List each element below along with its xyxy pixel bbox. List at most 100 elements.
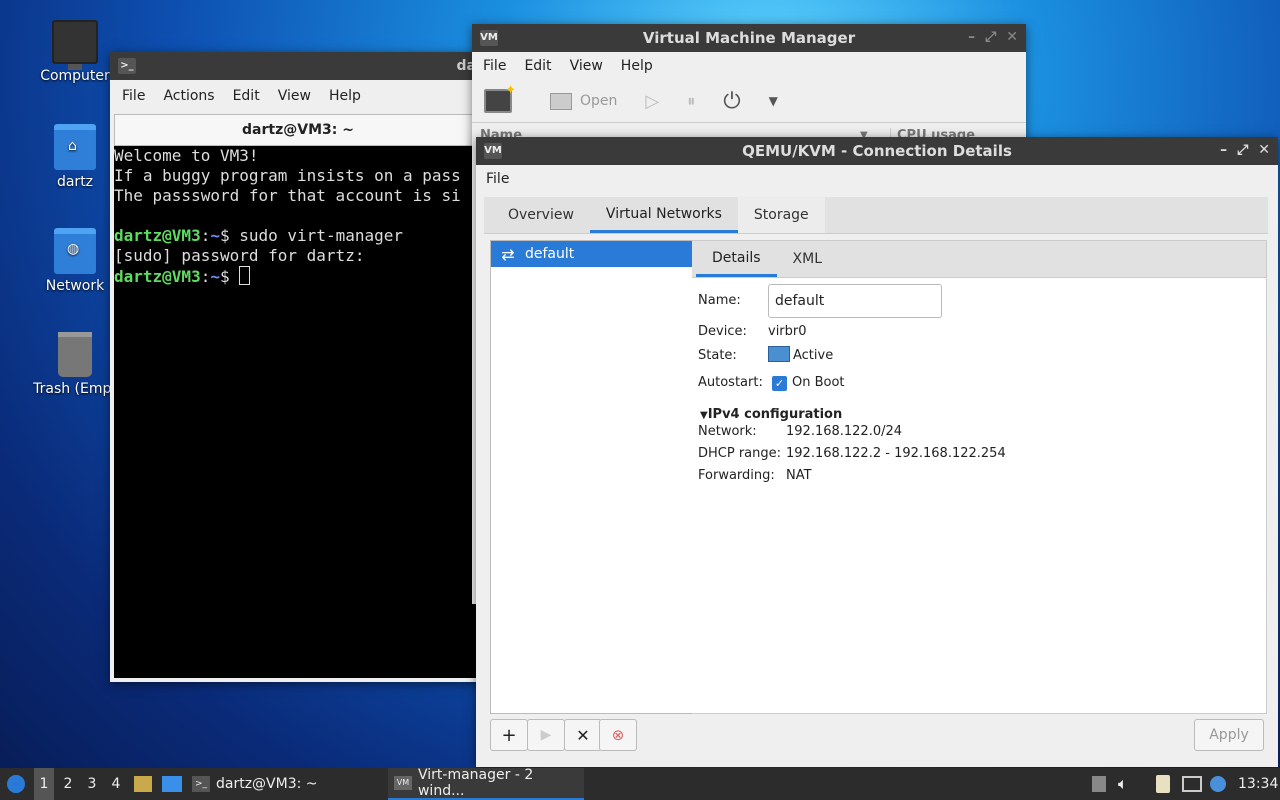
desktop-icon (162, 776, 182, 792)
ipv4-expander[interactable]: ▼IPv4 configuration (700, 407, 842, 422)
new-star-icon: ✦ (505, 83, 516, 98)
notification-icon[interactable] (1210, 768, 1226, 800)
autostart-checkbox[interactable]: ✓ (772, 376, 787, 391)
apply-label: Apply (1209, 727, 1249, 743)
file-manager-launcher[interactable] (134, 768, 152, 800)
clock-label: 13:34 (1238, 776, 1279, 792)
workspace-label: 2 (63, 776, 73, 792)
trash-icon (58, 332, 92, 377)
app-menu-icon (7, 775, 25, 793)
stop-network-button[interactable]: ✕ (564, 719, 602, 751)
terminal-icon: >_ (118, 58, 136, 74)
terminal-line: dartz@VM3:~$ sudo virt-manager (114, 226, 404, 245)
workspace-4[interactable]: 4 (106, 768, 126, 800)
desktop-icon-home[interactable]: ⌂ dartz (27, 124, 123, 190)
connection-title: QEMU/KVM - Connection Details (742, 142, 1012, 160)
connection-titlebar[interactable]: VM QEMU/KVM - Connection Details – ⤢ ✕ (476, 137, 1278, 165)
minimize-icon[interactable]: – (968, 29, 975, 45)
new-vm-button[interactable]: ✦ (484, 83, 516, 113)
show-desktop-launcher[interactable] (162, 768, 182, 800)
desktop-icon-label: Computer (40, 68, 110, 84)
forwarding-value: NAT (786, 468, 812, 483)
menu-edit[interactable]: Edit (515, 58, 560, 74)
desktop-icon-label: dartz (56, 174, 94, 190)
menu-edit[interactable]: Edit (224, 88, 269, 104)
workspace-2[interactable]: 2 (58, 768, 78, 800)
close-icon[interactable]: ✕ (1006, 29, 1018, 45)
menu-help[interactable]: Help (320, 88, 370, 104)
tab-storage[interactable]: Storage (737, 197, 825, 233)
network-list-item-default[interactable]: ⇄ default (491, 241, 692, 267)
open-label: Open (580, 93, 618, 109)
tray-updates-icon[interactable] (1092, 768, 1106, 800)
desktop-icon-trash[interactable]: Trash (Empt (27, 332, 123, 397)
start-network-button[interactable]: ▶ (527, 719, 565, 751)
state-value: Active (793, 348, 834, 363)
pause-button[interactable]: ⏸ (677, 91, 705, 111)
task-terminal[interactable]: >_ dartz@VM3: ~ (192, 768, 318, 800)
menu-actions[interactable]: Actions (154, 88, 223, 104)
network-list[interactable]: ⇄ default (490, 240, 693, 714)
network-arrows-icon: ⇄ (501, 244, 515, 264)
forwarding-label: Forwarding: (698, 468, 775, 483)
terminal-output[interactable]: Welcome to VM3! If a buggy program insist… (114, 146, 482, 678)
clock[interactable]: 13:34 (1238, 768, 1278, 800)
vmm-icon: VM (394, 776, 412, 790)
delete-network-button[interactable]: ⊗ (599, 719, 637, 751)
desktop-icon-computer[interactable]: Computer (27, 20, 123, 84)
menu-view[interactable]: View (269, 88, 320, 104)
workspace-label: 3 (87, 776, 97, 792)
prompt-path: ~ (210, 226, 220, 245)
prompt-path: ~ (210, 267, 220, 286)
minimize-icon[interactable]: – (1220, 142, 1227, 158)
menu-file[interactable]: File (113, 88, 154, 104)
desktop-icon-label: Trash (Empt (33, 381, 117, 397)
tab-label: Overview (508, 207, 574, 223)
desktop-icon-network[interactable]: ◍ Network (27, 228, 123, 294)
open-button[interactable]: Open (540, 92, 627, 110)
maximize-icon[interactable]: ⤢ (985, 29, 996, 45)
terminal-line: dartz@VM3:~$ (114, 266, 482, 287)
network-name: default (525, 246, 575, 262)
start-menu-button[interactable] (4, 768, 28, 800)
terminal-command: sudo virt-manager (239, 226, 404, 245)
ipv4-header: IPv4 configuration (707, 407, 843, 422)
close-icon[interactable]: ✕ (1258, 142, 1270, 158)
vmm-icon: VM (484, 143, 502, 159)
name-field[interactable]: default (768, 284, 942, 318)
shutdown-button[interactable]: ⏻ (713, 89, 750, 114)
subtab-xml[interactable]: XML (777, 241, 838, 277)
name-value: default (775, 293, 825, 309)
shutdown-menu-chevron-icon[interactable]: ▼ (759, 94, 788, 108)
delete-icon: ⊗ (611, 726, 625, 744)
menu-file[interactable]: File (474, 58, 515, 74)
menu-view[interactable]: View (561, 58, 612, 74)
network-label: Network: (698, 424, 757, 439)
terminal-window[interactable]: >_ da File Actions Edit View Help dartz@… (110, 52, 482, 682)
subtab-details[interactable]: Details (696, 241, 777, 277)
file-manager-icon (134, 776, 152, 792)
vmm-toolbar: ✦ Open ▷ ⏸ ⏻ ▼ (472, 80, 1026, 123)
network-tray-icon[interactable] (1182, 768, 1202, 800)
run-button[interactable]: ▷ (635, 91, 669, 112)
vmm-titlebar[interactable]: VM Virtual Machine Manager – ⤢ ✕ (472, 24, 1026, 52)
connection-details-window[interactable]: VM QEMU/KVM - Connection Details – ⤢ ✕ Fil… (476, 137, 1278, 767)
terminal-titlebar[interactable]: >_ da (110, 52, 482, 80)
network-details-panel: Details XML Name: default Device: virbr0… (692, 240, 1267, 714)
details-subtabs: Details XML (692, 241, 1266, 278)
volume-icon[interactable]: 🔈︎ (1118, 768, 1128, 800)
menu-help[interactable]: Help (612, 58, 662, 74)
terminal-tab[interactable]: dartz@VM3: ~ (114, 114, 482, 146)
add-network-button[interactable]: + (490, 719, 528, 751)
task-virt-manager[interactable]: VM Virt-manager - 2 wind... (388, 767, 584, 800)
menu-file[interactable]: File (477, 171, 518, 187)
workspace-3[interactable]: 3 (82, 768, 102, 800)
tab-overview[interactable]: Overview (492, 197, 590, 233)
clipboard-icon[interactable] (1156, 768, 1170, 800)
workspace-1[interactable]: 1 (34, 768, 54, 800)
workspace-label: 4 (111, 776, 121, 792)
tab-virtual-networks[interactable]: Virtual Networks (589, 197, 738, 233)
apply-button[interactable]: Apply (1194, 719, 1264, 751)
maximize-icon[interactable]: ⤢ (1237, 142, 1248, 158)
